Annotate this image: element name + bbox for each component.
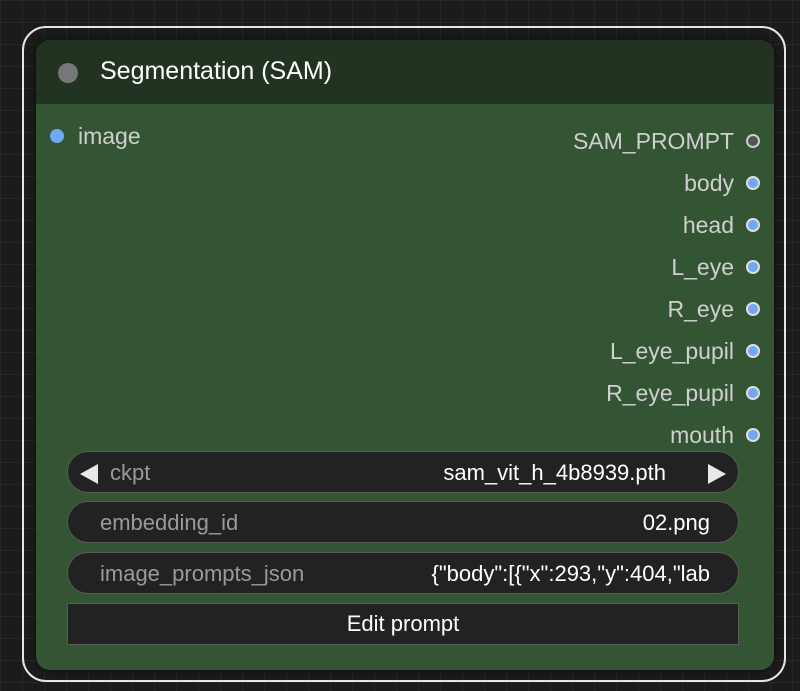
output-slot-head[interactable]: head bbox=[683, 204, 760, 246]
output-connector-icon[interactable] bbox=[746, 134, 760, 148]
output-slot-r-eye[interactable]: R_eye bbox=[668, 288, 760, 330]
ckpt-combo-widget[interactable]: ckpt sam_vit_h_4b8939.pth bbox=[67, 451, 739, 493]
output-connector-icon[interactable] bbox=[746, 428, 760, 442]
output-slot-label: SAM_PROMPT bbox=[572, 127, 734, 154]
output-connector-icon[interactable] bbox=[746, 386, 760, 400]
arrow-left-icon[interactable] bbox=[80, 464, 98, 484]
output-slot-l-eye[interactable]: L_eye bbox=[671, 246, 760, 288]
output-slots: SAM_PROMPT body head L_eye R_eye L_eye_p… bbox=[573, 120, 760, 456]
output-connector-icon[interactable] bbox=[746, 302, 760, 316]
output-slot-label: R_eye_pupil bbox=[606, 379, 734, 406]
output-connector-icon[interactable] bbox=[746, 176, 760, 190]
ckpt-label: ckpt bbox=[110, 460, 151, 485]
image-prompts-json-label: image_prompts_json bbox=[100, 561, 305, 586]
output-slot-label: R_eye bbox=[667, 295, 734, 322]
output-slot-label: head bbox=[682, 211, 734, 238]
segmentation-node[interactable]: Segmentation (SAM) image SAM_PROMPT body… bbox=[36, 40, 774, 670]
output-slot-label: mouth bbox=[670, 421, 734, 448]
input-connector-icon[interactable] bbox=[50, 129, 64, 143]
input-slot-image[interactable]: image bbox=[50, 122, 141, 150]
embedding-id-label: embedding_id bbox=[100, 510, 239, 535]
embedding-id-value: 02.png bbox=[642, 510, 710, 535]
node-title: Segmentation (SAM) bbox=[100, 57, 333, 85]
image-prompts-json-widget[interactable]: image_prompts_json {"body":[{"x":293,"y"… bbox=[67, 552, 739, 594]
output-slot-sam-prompt[interactable]: SAM_PROMPT bbox=[573, 120, 760, 162]
output-connector-icon[interactable] bbox=[746, 260, 760, 274]
output-slot-label: L_eye bbox=[671, 253, 734, 280]
output-slot-l-eye-pupil[interactable]: L_eye_pupil bbox=[610, 330, 760, 372]
output-slot-body[interactable]: body bbox=[684, 162, 760, 204]
output-slot-label: L_eye_pupil bbox=[609, 337, 734, 364]
embedding-id-widget[interactable]: embedding_id 02.png bbox=[67, 501, 739, 543]
image-prompts-json-value: {"body":[{"x":293,"y":404,"lab bbox=[431, 561, 710, 586]
collapse-toggle-icon[interactable] bbox=[58, 63, 78, 83]
output-connector-icon[interactable] bbox=[746, 344, 760, 358]
output-slot-mouth[interactable]: mouth bbox=[670, 414, 760, 456]
input-slot-label: image bbox=[78, 122, 141, 149]
output-slot-label: body bbox=[684, 169, 734, 196]
ckpt-value: sam_vit_h_4b8939.pth bbox=[443, 460, 666, 485]
output-connector-icon[interactable] bbox=[746, 218, 760, 232]
arrow-right-icon[interactable] bbox=[708, 464, 726, 484]
output-slot-r-eye-pupil[interactable]: R_eye_pupil bbox=[606, 372, 760, 414]
edit-prompt-button[interactable]: Edit prompt bbox=[67, 603, 739, 645]
node-title-bar[interactable]: Segmentation (SAM) bbox=[36, 40, 774, 104]
